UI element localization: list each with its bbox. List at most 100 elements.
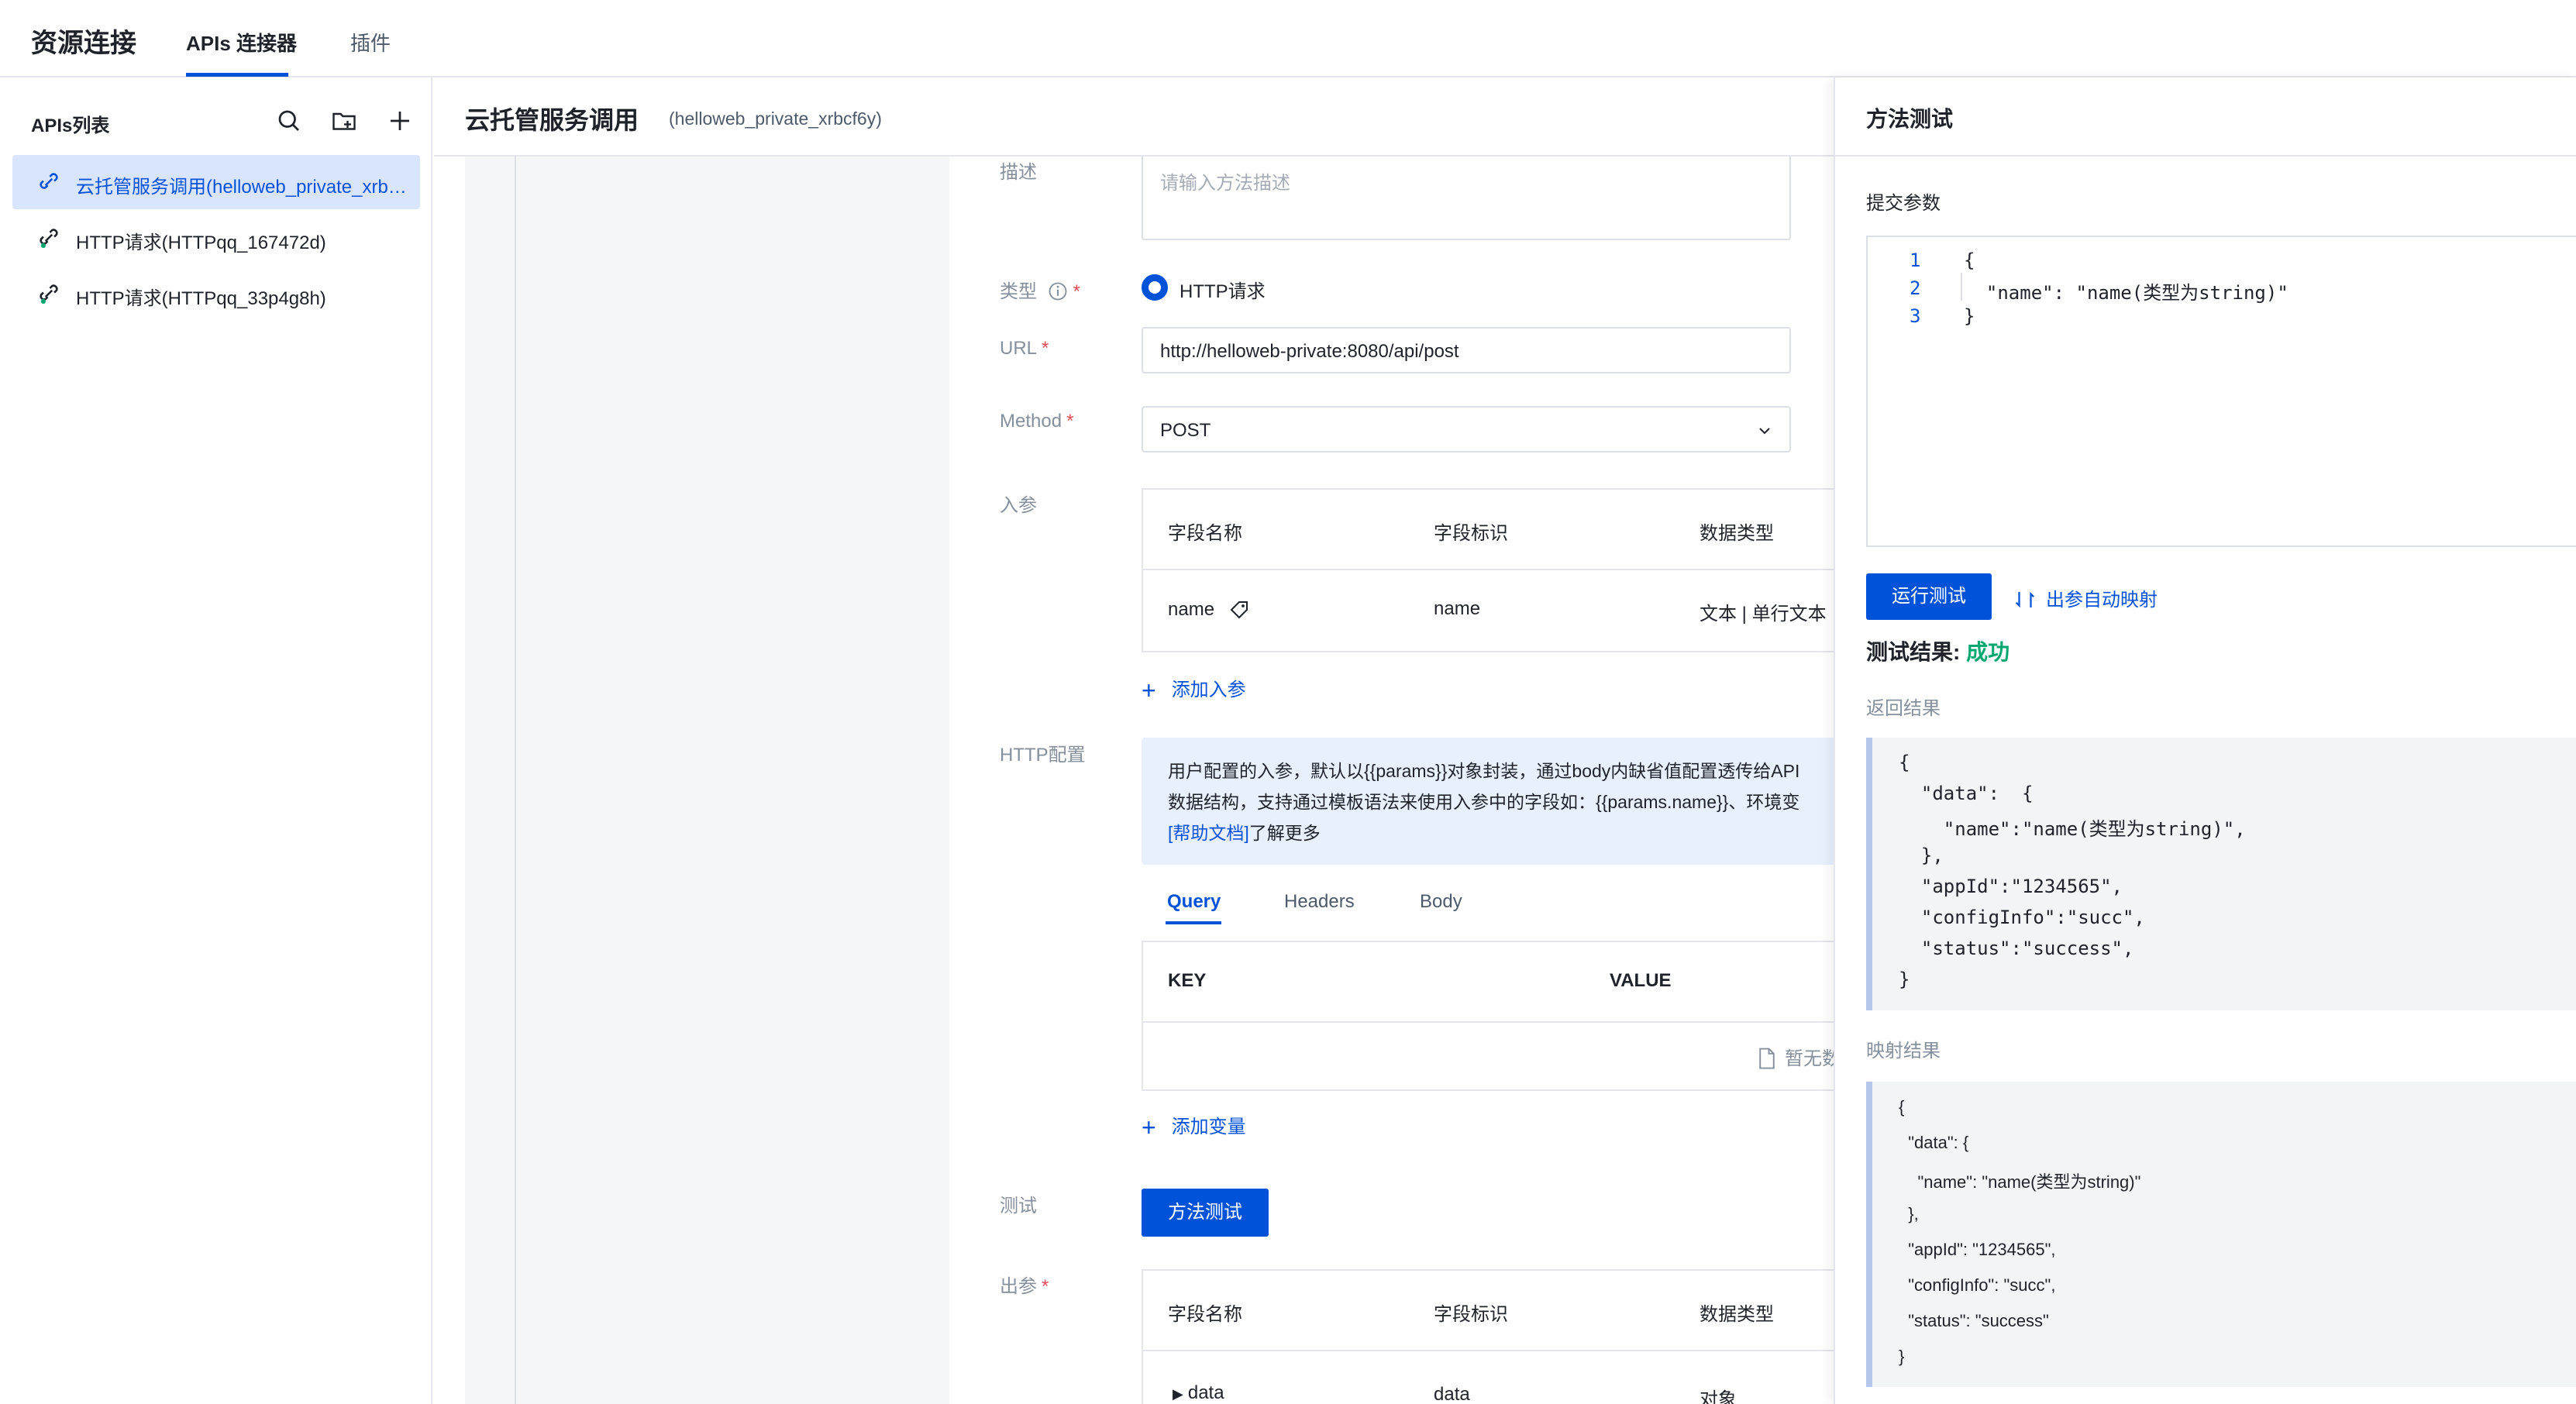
page-title: 云托管服务调用 bbox=[465, 106, 639, 134]
plus-icon[interactable] bbox=[386, 107, 414, 135]
output-params-table: 字段名称 字段标识 数据类型 ▶ data data 对象 bbox=[1142, 1269, 1834, 1404]
code-line: } bbox=[1964, 305, 1975, 327]
help-doc-link[interactable]: [帮助文档] bbox=[1168, 823, 1249, 843]
field-name: name bbox=[1168, 599, 1215, 620]
line-number: 3 bbox=[1910, 305, 1921, 327]
new-folder-icon[interactable] bbox=[330, 107, 358, 135]
field-type: 文本 | 单行文本 bbox=[1700, 604, 1827, 625]
method-select[interactable]: POST bbox=[1142, 406, 1791, 453]
map-result-label: 映射结果 bbox=[1866, 1041, 1941, 1062]
add-variable-button[interactable]: + 添加变量 bbox=[1142, 1111, 1246, 1142]
url-input[interactable]: http://helloweb-private:8080/api/post bbox=[1142, 327, 1791, 373]
tab-plugins[interactable]: 插件 bbox=[350, 28, 391, 57]
api-link-icon bbox=[40, 229, 58, 249]
search-icon[interactable] bbox=[275, 107, 303, 135]
return-result-label: 返回结果 bbox=[1866, 698, 1941, 719]
main-header: 云托管服务调用 (helloweb_private_xrbcf6y) bbox=[434, 77, 1834, 157]
sidebar-item-label: HTTP请求(HTTPqq_167472d) bbox=[76, 232, 326, 253]
table-row: name name 文本 | 单行文本 bbox=[1143, 570, 1834, 651]
sidebar-item-http-2[interactable]: HTTP请求(HTTPqq_33p4g8h) bbox=[12, 267, 420, 321]
table-row: ▶ data data 对象 bbox=[1143, 1351, 1834, 1404]
code-line: "appId": "1234565", bbox=[1899, 1240, 2056, 1259]
column-header: 字段标识 bbox=[1434, 523, 1508, 544]
gutter-divider bbox=[515, 157, 516, 1404]
run-test-button[interactable]: 运行测试 bbox=[1866, 573, 1992, 620]
active-tab-indicator bbox=[186, 73, 288, 77]
sidebar-item-cloud-service[interactable]: 云托管服务调用(helloweb_private_xrbc… bbox=[12, 155, 420, 209]
empty-file-icon bbox=[1759, 1048, 1775, 1069]
empty-row: 暂无数 bbox=[1143, 1023, 1834, 1089]
code-line: "name": "name(类型为string)" bbox=[1899, 1172, 2141, 1192]
column-header: 数据类型 bbox=[1700, 523, 1774, 544]
output-label-text: 出参 bbox=[1000, 1276, 1037, 1297]
tip-line: 数据结构，支持通过模板语法来使用入参中的字段如：{{params.name}}、… bbox=[1168, 792, 1800, 812]
panel-title: 方法测试 bbox=[1866, 107, 1954, 131]
http-config-tip: 用户配置的入参，默认以{{params}}对象封装，通过body内缺省值配置透传… bbox=[1142, 738, 1834, 865]
active-subtab-indicator bbox=[1166, 921, 1221, 924]
top-bar: 资源连接 APIs 连接器 插件 bbox=[0, 0, 2576, 77]
map-result-block: { "data": { "name": "name(类型为string)" },… bbox=[1866, 1082, 2576, 1387]
panel-header: 方法测试 bbox=[1835, 77, 2576, 157]
tip-line: [帮助文档]了解更多 bbox=[1168, 818, 1321, 845]
expand-caret-icon[interactable]: ▶ bbox=[1173, 1386, 1183, 1402]
type-radio[interactable] bbox=[1142, 274, 1168, 301]
output-label: 出参 * bbox=[1000, 1271, 1049, 1298]
status-badge: 成功 bbox=[1966, 640, 2010, 664]
empty-state: 暂无数 bbox=[1757, 1043, 1834, 1070]
column-header: 字段名称 bbox=[1168, 1304, 1242, 1325]
type-label: 类型 * bbox=[1000, 276, 1080, 303]
left-gutter bbox=[465, 157, 949, 1404]
desc-label: 描述 bbox=[1000, 162, 1037, 183]
app-title: 资源连接 bbox=[31, 29, 136, 58]
test-result-label: 测试结果: bbox=[1866, 640, 1961, 664]
field-type: 对象 bbox=[1700, 1389, 1737, 1404]
sidebar-item-label: 云托管服务调用(helloweb_private_xrbc… bbox=[76, 177, 409, 198]
add-variable-label: 添加变量 bbox=[1171, 1117, 1246, 1137]
tab-apis-connector[interactable]: APIs 连接器 bbox=[186, 28, 297, 57]
table-header-row: KEY VALUE bbox=[1143, 942, 1834, 1023]
url-value: http://helloweb-private:8080/api/post bbox=[1160, 341, 1459, 362]
field-name-cell[interactable]: ▶ data bbox=[1173, 1382, 1224, 1404]
code-line: { bbox=[1899, 752, 1910, 773]
code-line: "data": { bbox=[1899, 1133, 1969, 1152]
code-line: } bbox=[1899, 1347, 1905, 1366]
tip-tail: 了解更多 bbox=[1248, 823, 1321, 843]
field-name: data bbox=[1187, 1382, 1224, 1403]
tab-headers[interactable]: Headers bbox=[1284, 891, 1355, 913]
add-input-param-button[interactable]: + 添加入参 bbox=[1142, 674, 1246, 705]
desc-textarea[interactable]: 请输入方法描述 bbox=[1142, 157, 1791, 240]
url-label-text: URL bbox=[1000, 338, 1038, 359]
code-line: { bbox=[1899, 1097, 1905, 1117]
code-line: "name": "name(类型为string)" bbox=[1964, 282, 2288, 304]
field-id: data bbox=[1434, 1384, 1470, 1404]
swap-icon bbox=[2015, 591, 2035, 608]
empty-text: 暂无数 bbox=[1785, 1048, 1834, 1069]
tip-line: 用户配置的入参，默认以{{params}}对象封装，通过body内缺省值配置透传… bbox=[1168, 761, 1800, 781]
add-input-label: 添加入参 bbox=[1171, 680, 1246, 700]
return-result-block: { "data": { "name":"name(类型为string)", },… bbox=[1866, 738, 2576, 1010]
tab-query[interactable]: Query bbox=[1167, 891, 1221, 913]
indent-guide bbox=[1961, 273, 1962, 301]
required-mark: * bbox=[1042, 338, 1049, 359]
submit-params-label: 提交参数 bbox=[1866, 193, 1941, 214]
http-config-label: HTTP配置 bbox=[1000, 745, 1086, 766]
tab-body[interactable]: Body bbox=[1420, 891, 1462, 913]
code-line: "status": "success" bbox=[1899, 1311, 2049, 1330]
required-mark: * bbox=[1042, 1276, 1049, 1297]
code-line: "configInfo": "succ", bbox=[1899, 1275, 2056, 1295]
sidebar-item-http-1[interactable]: HTTP请求(HTTPqq_167472d) bbox=[12, 211, 420, 265]
info-icon[interactable] bbox=[1047, 280, 1069, 302]
auto-map-button[interactable]: 出参自动映射 bbox=[2013, 584, 2158, 611]
code-line: "appId":"1234565", bbox=[1899, 876, 2123, 897]
line-number: 2 bbox=[1910, 277, 1921, 299]
sidebar-title: APIs列表 bbox=[31, 115, 110, 136]
table-header-row: 字段名称 字段标识 数据类型 bbox=[1143, 1271, 1834, 1351]
code-line: }, bbox=[1899, 1204, 1919, 1223]
method-test-button[interactable]: 方法测试 bbox=[1142, 1189, 1269, 1237]
type-radio-label: HTTP请求 bbox=[1180, 281, 1266, 302]
code-line: "name":"name(类型为string)", bbox=[1899, 818, 2246, 840]
query-table: KEY VALUE 暂无数 bbox=[1142, 941, 1834, 1091]
params-editor[interactable]: 1 2 3 { "name": "name(类型为string)" } bbox=[1866, 236, 2576, 547]
test-label: 测试 bbox=[1000, 1196, 1037, 1216]
tag-icon[interactable] bbox=[1228, 598, 1251, 621]
